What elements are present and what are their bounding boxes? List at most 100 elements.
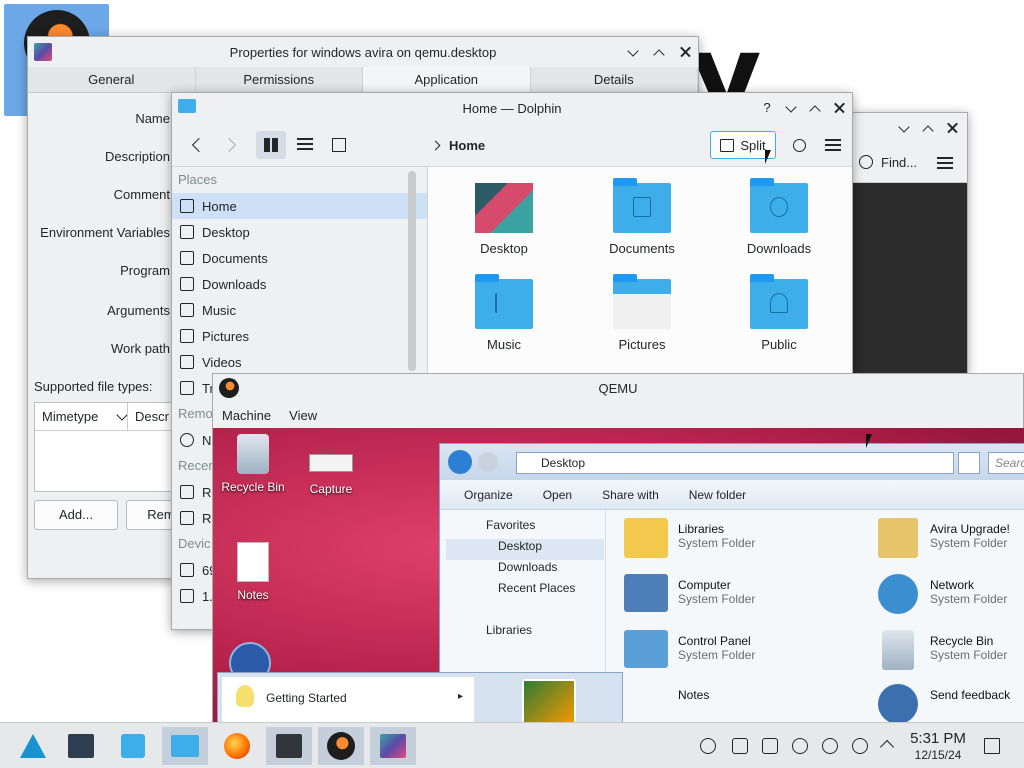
dolphin-task-icon[interactable] [162,727,208,765]
konsole-task-icon[interactable] [266,727,312,765]
close-icon[interactable] [832,101,846,115]
trash-icon [180,381,194,395]
back-icon[interactable] [448,450,472,474]
menu-machine[interactable]: Machine [222,408,271,423]
search-icon[interactable] [786,131,812,159]
add-button[interactable]: Add... [34,500,118,530]
new-folder-button[interactable]: New folder [689,488,746,502]
picture-icon [180,329,194,343]
brightness-icon[interactable] [792,738,808,754]
minimize-icon[interactable] [784,101,798,115]
explorer-search-input[interactable]: Searc [988,452,1024,474]
clock-time[interactable]: 5:31 PM [904,731,972,747]
tab-details[interactable]: Details [531,67,698,92]
description-header[interactable]: Descr [135,409,169,424]
explorer-nav: Desktop Searc [440,444,1024,480]
show-desktop-icon[interactable] [984,738,1000,754]
explorer-address-bar[interactable]: Desktop [516,452,954,474]
maximize-icon[interactable] [921,121,935,135]
file-downloads[interactable]: Downloads [719,178,839,256]
system-settings-icon[interactable] [58,727,104,765]
minimize-icon[interactable] [897,121,911,135]
place-home[interactable]: Home [172,193,427,219]
properties-task-icon[interactable] [370,727,416,765]
tab-application[interactable]: Application [363,67,531,92]
file-public[interactable]: Public [719,274,839,352]
notes-icon [237,542,269,582]
nav-downloads[interactable]: Downloads [446,560,604,581]
nav-libraries[interactable]: Libraries [446,623,604,644]
nav-desktop[interactable]: Desktop [446,539,604,560]
menu-view[interactable]: View [289,408,317,423]
guest-notes[interactable]: Notes [213,542,293,602]
place-desktop[interactable]: Desktop [172,219,427,245]
place-music[interactable]: Music [172,297,427,323]
maximize-icon[interactable] [652,45,666,59]
menu-icon[interactable] [820,131,846,159]
minimize-icon[interactable] [626,45,640,59]
tray-expand-icon[interactable] [879,739,895,755]
download-icon [180,277,194,291]
guest-recycle-bin[interactable]: Recycle Bin [213,434,293,494]
forward-icon[interactable] [218,131,244,159]
clock-date[interactable]: 12/15/24 [904,748,972,762]
network-tray-icon[interactable] [822,738,838,754]
share-icon[interactable] [700,738,716,754]
libraries-icon [624,518,668,558]
places-scrollbar[interactable] [408,171,416,371]
mimetype-header[interactable]: Mimetype [42,409,98,424]
file-desktop[interactable]: Desktop [444,183,564,256]
guest-desktop[interactable]: Recycle Bin Capture Notes Desktop Searc … [213,428,1024,724]
tab-general[interactable]: General [28,67,196,92]
env-label: Environment Variables [40,225,170,240]
menu-icon[interactable] [937,157,953,159]
organize-button[interactable]: Organize [464,488,513,502]
open-button[interactable]: Open [543,488,572,502]
qemu-titlebar[interactable]: QEMU [213,374,1023,402]
dolphin-toolbar: Home Split [172,123,852,167]
guest-capture[interactable]: Capture [291,434,371,496]
desktop-icon [180,225,194,239]
share-with-button[interactable]: Share with [602,488,659,502]
maximize-icon[interactable] [808,101,822,115]
place-downloads[interactable]: Downloads [172,271,427,297]
place-videos[interactable]: Videos [172,349,427,375]
clipboard-icon[interactable] [732,738,748,754]
place-pictures[interactable]: Pictures [172,323,427,349]
compact-view-icon[interactable] [290,131,320,159]
back-icon[interactable] [184,131,210,159]
properties-titlebar[interactable]: Properties for windows avira on qemu.des… [28,37,698,67]
forward-icon[interactable] [478,452,498,472]
firefox-icon[interactable] [214,727,260,765]
file-music[interactable]: Music [444,274,564,352]
breadcrumb[interactable]: Home [430,131,485,159]
dolphin-titlebar[interactable]: Home — Dolphin ? [172,93,852,123]
breadcrumb-home[interactable]: Home [449,138,485,153]
place-documents[interactable]: Documents [172,245,427,271]
updates-icon[interactable] [852,738,868,754]
comment-label: Comment [113,187,170,202]
refresh-icon[interactable] [958,452,980,474]
documents-folder-icon [613,178,671,233]
qemu-task-icon[interactable] [318,727,364,765]
tab-permissions[interactable]: Permissions [196,67,363,92]
drive-icon [180,589,194,603]
help-icon[interactable]: ? [760,101,774,115]
nav-recent-places[interactable]: Recent Places [446,581,604,602]
start-menu-left: Getting Started ▸ [222,677,474,724]
feedback-icon [878,684,918,724]
getting-started-item[interactable]: Getting Started [266,691,347,705]
close-icon[interactable] [945,121,959,135]
app-launcher-icon[interactable] [10,727,56,765]
nav-favorites[interactable]: Favorites [446,518,604,539]
file-documents[interactable]: Documents [582,178,702,256]
details-view-icon[interactable] [324,131,354,159]
find-button[interactable]: Find... [881,155,917,170]
volume-muted-icon[interactable] [762,738,778,754]
close-icon[interactable] [678,45,692,59]
konsole-titlebar[interactable] [851,113,967,143]
file-pictures[interactable]: Pictures [582,274,702,352]
search-icon[interactable] [859,155,873,169]
discover-icon[interactable] [110,727,156,765]
icons-view-icon[interactable] [256,131,286,159]
